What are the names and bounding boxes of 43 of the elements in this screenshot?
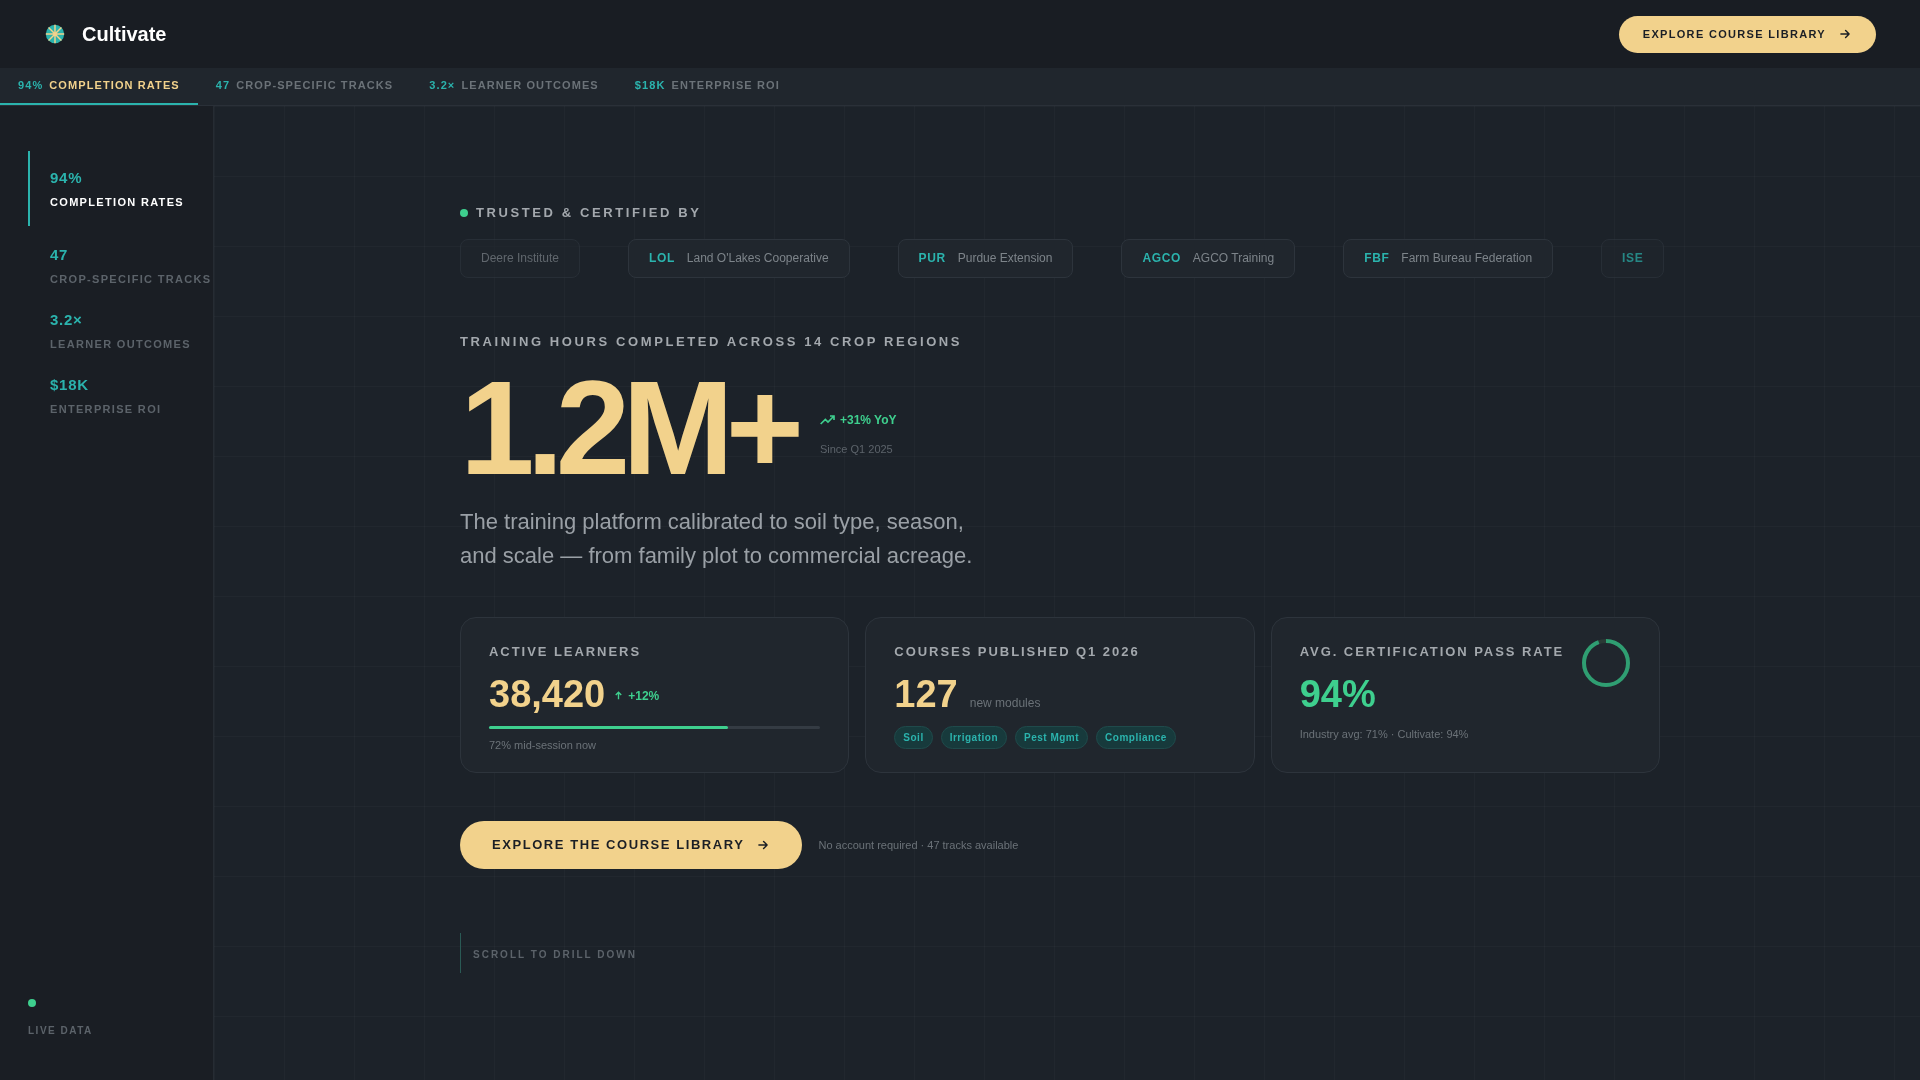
- sidebar-item[interactable]: 3.2× LEARNER OUTCOMES: [28, 305, 213, 356]
- cta-note: No account required · 47 tracks available: [818, 837, 1019, 853]
- partner-badge: FBF Farm Bureau Federation: [1343, 238, 1554, 278]
- explore-library-button[interactable]: EXPLORE COURSE LIBRARY: [1618, 15, 1876, 53]
- metric-tab[interactable]: $18K ENTERPRISE ROI: [616, 68, 798, 105]
- stat-value: 94%: [1299, 671, 1376, 717]
- sidebar-item[interactable]: 47 CROP-SPECIFIC TRACKS: [28, 240, 213, 291]
- partner-badge: Deere Institute: [460, 238, 581, 278]
- card-title: ACTIVE LEARNERS: [489, 643, 643, 661]
- live-label: LIVE DATA: [28, 1024, 94, 1038]
- partner-badge: PUR Purdue Extension: [897, 238, 1074, 278]
- partner-badge: LOL Land O'Lakes Cooperative: [628, 238, 850, 278]
- sidebar-item[interactable]: $18K ENTERPRISE ROI: [28, 370, 213, 421]
- card-title: AVG. CERTIFICATION PASS RATE: [1299, 643, 1566, 661]
- stat-value: 127: [894, 671, 958, 717]
- metric-tab[interactable]: 47 CROP-SPECIFIC TRACKS: [197, 68, 412, 105]
- delta-label: +12%: [613, 686, 660, 705]
- brand-name: Cultivate: [82, 22, 167, 47]
- arrow-up-icon: [613, 690, 625, 701]
- topic-tag: Irrigation: [940, 725, 1007, 749]
- trusted-heading: TRUSTED & CERTIFIED BY: [476, 204, 702, 222]
- since-label: Since Q1 2025: [819, 441, 894, 457]
- partner-badge: AGCO AGCO Training: [1121, 238, 1296, 278]
- stat-value: 38,420: [489, 671, 606, 717]
- card-title: COURSES PUBLISHED Q1 2026: [894, 643, 1141, 661]
- hero-description: The training platform calibrated to soil type, season, and scale — from family plot to commercial acreage.: [460, 508, 974, 570]
- partner-badge: ISE: [1601, 238, 1665, 278]
- trend-label: +31% YoY: [819, 410, 897, 429]
- trending-up-icon: [819, 413, 836, 426]
- scroll-hint: SCROLL TO DRILL DOWN: [473, 949, 637, 960]
- explore-course-library-button[interactable]: EXPLORE THE COURSE LIBRARY: [460, 821, 803, 869]
- comparison-note: Industry avg: 71% · Cultivate: 94%: [1299, 726, 1469, 742]
- topic-tag: Compliance: [1096, 725, 1176, 749]
- progress-note: 72% mid-session now: [489, 737, 597, 753]
- arrow-right-icon: [1838, 27, 1852, 41]
- arrow-right-icon: [756, 838, 771, 852]
- unit-label: new modules: [969, 694, 1041, 712]
- hero-number: 1.2M+: [460, 363, 796, 493]
- topic-tag: Soil: [894, 725, 933, 749]
- topic-tag: Pest Mgmt: [1015, 725, 1089, 749]
- metric-tab[interactable]: 3.2× LEARNER OUTCOMES: [411, 68, 617, 105]
- logo-icon: [44, 23, 66, 45]
- hero-eyebrow: TRAINING HOURS COMPLETED ACROSS 14 CROP REGIONS: [460, 332, 963, 351]
